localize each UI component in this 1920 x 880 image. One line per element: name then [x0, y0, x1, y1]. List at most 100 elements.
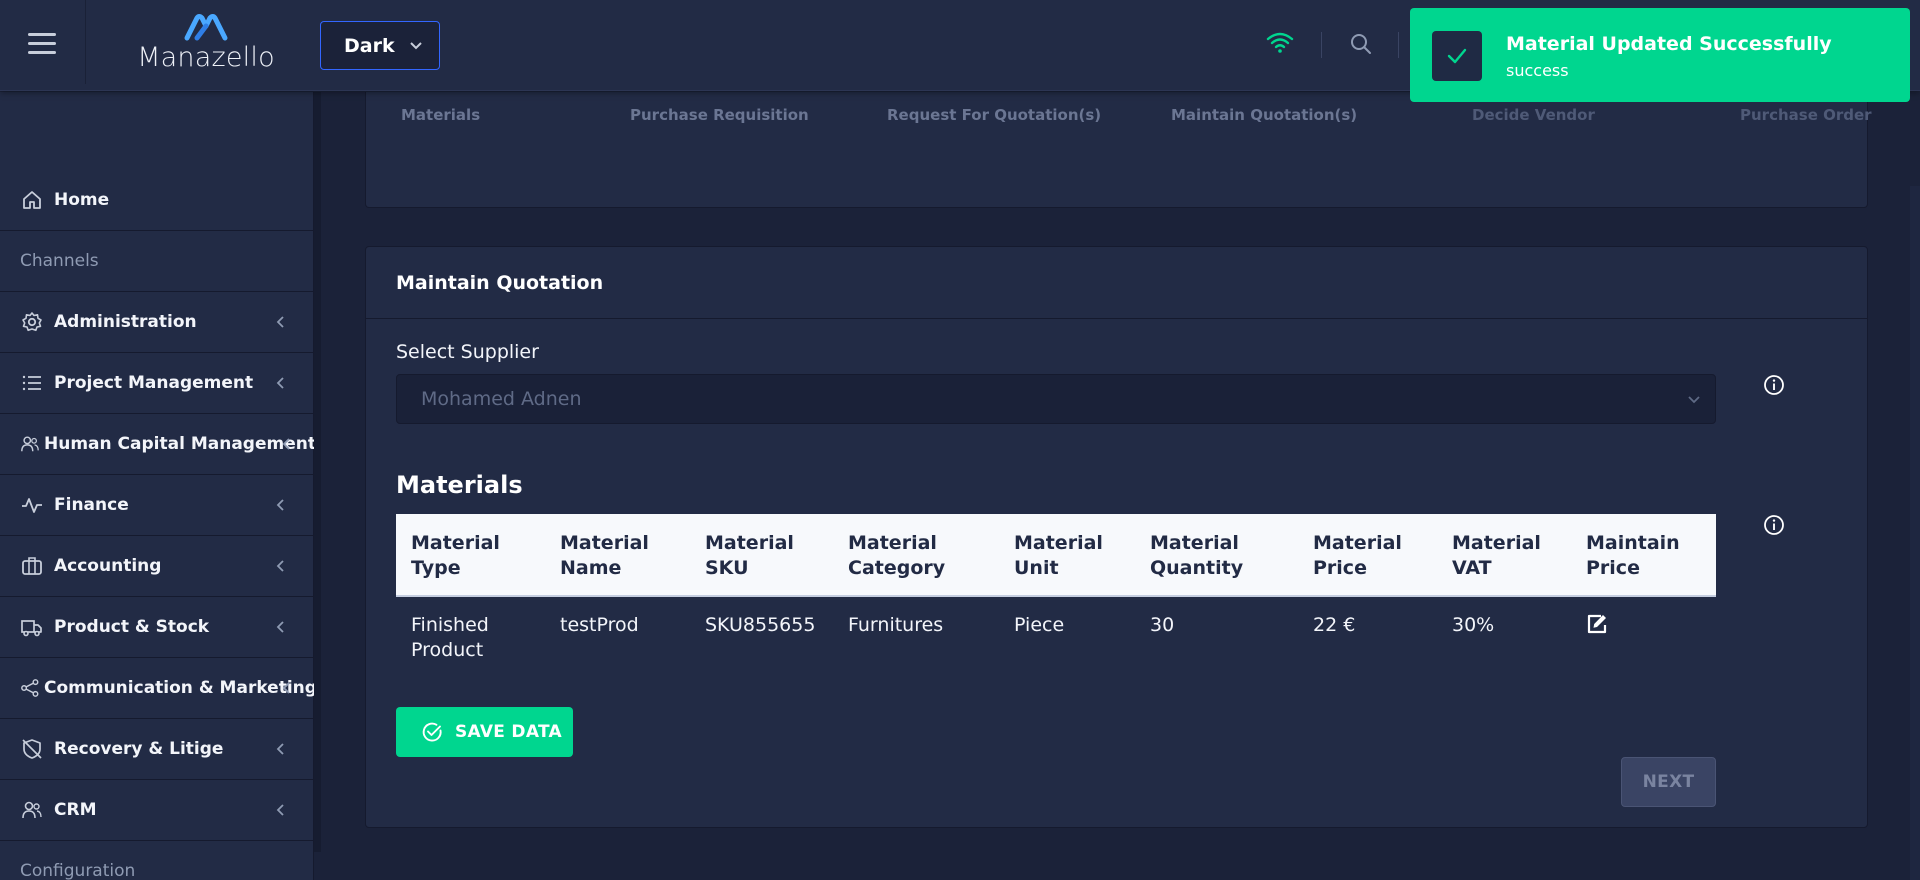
sidebar-item-label: Human Capital Management [44, 434, 316, 454]
cell-material-unit: Piece [1014, 614, 1065, 636]
chevron-down-icon [410, 42, 422, 50]
sidebar: Home Channels Administration Project Man… [0, 92, 317, 880]
sidebar-item-label: Product & Stock [54, 617, 210, 637]
people-icon [20, 798, 44, 822]
sidebar-item-label: Accounting [54, 556, 162, 576]
menu-toggle-icon[interactable] [28, 33, 56, 55]
cell-material-sku: SKU855655 [705, 614, 816, 636]
column-header: Material Price [1298, 514, 1437, 597]
step-materials[interactable]: Materials [401, 106, 480, 124]
step-purchase-order[interactable]: Purchase Order [1740, 106, 1872, 124]
toast-message: success [1506, 61, 1569, 80]
divider [1321, 32, 1322, 58]
sidebar-item-product-stock[interactable]: Product & Stock [0, 597, 314, 658]
people-icon [20, 432, 40, 456]
chevron-left-icon [276, 804, 284, 816]
card-title: Maintain Quotation [366, 247, 1867, 319]
checkmark-icon [1432, 31, 1482, 81]
sidebar-item-human-capital-management[interactable]: Human Capital Management [0, 414, 316, 475]
sidebar-item-crm[interactable]: CRM [0, 780, 314, 841]
wifi-icon [1266, 32, 1294, 53]
table-header-row: Material Type Material Name Material SKU Ma… [396, 514, 1716, 597]
next-button[interactable]: NEXT [1621, 757, 1716, 807]
step-maintain-quotation[interactable]: Maintain Quotation(s) [1171, 106, 1357, 124]
step-decide-vendor[interactable]: Decide Vendor [1472, 106, 1595, 124]
sidebar-item-label: CRM [54, 800, 97, 820]
list-icon [20, 371, 44, 395]
search-icon[interactable] [1349, 32, 1373, 56]
sidebar-item-label: Communication & Marketing [44, 678, 317, 698]
sidebar-scrollbar[interactable] [314, 92, 321, 852]
share-icon [20, 676, 40, 700]
supplier-select[interactable]: Mohamed Adnen [396, 374, 1716, 424]
save-data-label: SAVE DATA [455, 722, 563, 742]
next-label: NEXT [1642, 772, 1695, 792]
logo-text: Manazello [137, 42, 275, 73]
chevron-left-icon [282, 438, 290, 450]
sidebar-item-label: Finance [54, 495, 129, 515]
sidebar-item-communication-marketing[interactable]: Communication & Marketing [0, 658, 317, 719]
column-header: Material Unit [999, 514, 1135, 597]
stepper: Materials Purchase Requisition Request F… [366, 106, 1872, 130]
theme-select-value: Dark [344, 34, 395, 57]
sidebar-item-project-management[interactable]: Project Management [0, 353, 314, 414]
maintain-quotation-card: Maintain Quotation Select Supplier Moham… [365, 246, 1868, 828]
shield-off-icon [20, 737, 44, 761]
divider [1398, 32, 1399, 58]
chevron-down-icon [1688, 396, 1700, 404]
materials-title: Materials [396, 471, 523, 499]
cell-material-quantity: 30 [1150, 614, 1175, 636]
materials-table: Material Type Material Name Material SKU Ma… [396, 514, 1716, 676]
chevron-left-icon [282, 682, 290, 694]
cell-material-price: 22 € [1313, 614, 1356, 636]
home-icon [20, 188, 44, 212]
info-icon[interactable] [1763, 374, 1785, 396]
divider [85, 0, 86, 84]
chevron-left-icon [276, 499, 284, 511]
column-header: Material SKU [690, 514, 833, 597]
column-header: Material Type [396, 514, 545, 597]
edit-icon[interactable] [1586, 613, 1608, 635]
cell-material-category: Furnitures [848, 614, 944, 636]
column-header: Material VAT [1437, 514, 1571, 597]
chevron-left-icon [276, 316, 284, 328]
cell-material-name: testProd [560, 614, 639, 636]
gear-icon [20, 310, 44, 334]
supplier-label: Select Supplier [396, 341, 539, 363]
cell-material-type: Finished Product [411, 614, 489, 661]
sidebar-item-label: Project Management [54, 373, 254, 393]
save-data-button[interactable]: SAVE DATA [396, 707, 573, 757]
sidebar-item-home[interactable]: Home [0, 170, 314, 231]
table-row: Finished Product testProd SKU855655 Furni… [396, 596, 1716, 676]
supplier-select-value: Mohamed Adnen [421, 388, 582, 410]
sidebar-item-label: Recovery & Litige [54, 739, 224, 759]
column-header: Maintain Price [1571, 514, 1716, 597]
column-header: Material Name [545, 514, 690, 597]
chevron-left-icon [276, 560, 284, 572]
theme-select[interactable]: Dark [320, 21, 440, 70]
info-icon[interactable] [1763, 514, 1785, 536]
briefcase-icon [20, 554, 44, 578]
sidebar-item-label: Administration [54, 312, 197, 332]
sidebar-group-channels: Channels [0, 231, 314, 292]
sidebar-item-administration[interactable]: Administration [0, 292, 314, 353]
toast-title: Material Updated Successfully [1506, 33, 1832, 55]
logo[interactable]: Manazello [136, 12, 276, 76]
activity-icon [20, 493, 44, 517]
step-request-for-quotation[interactable]: Request For Quotation(s) [887, 106, 1101, 124]
sidebar-nav: Home Channels Administration Project Man… [0, 170, 317, 880]
logo-mark-icon [184, 14, 228, 41]
sidebar-item-finance[interactable]: Finance [0, 475, 314, 536]
sidebar-item-recovery-litige[interactable]: Recovery & Litige [0, 719, 314, 780]
column-header: Material Category [833, 514, 999, 597]
chevron-left-icon [276, 743, 284, 755]
chevron-left-icon [276, 621, 284, 633]
success-toast[interactable]: Material Updated Successfully success [1410, 8, 1910, 102]
page-scrollbar[interactable] [1910, 186, 1920, 880]
sidebar-item-accounting[interactable]: Accounting [0, 536, 314, 597]
chevron-left-icon [276, 377, 284, 389]
stepper-card: Materials Purchase Requisition Request F… [365, 92, 1872, 208]
column-header: Material Quantity [1135, 514, 1298, 597]
step-purchase-requisition[interactable]: Purchase Requisition [630, 106, 809, 124]
sidebar-group-configuration: Configuration [0, 841, 314, 880]
